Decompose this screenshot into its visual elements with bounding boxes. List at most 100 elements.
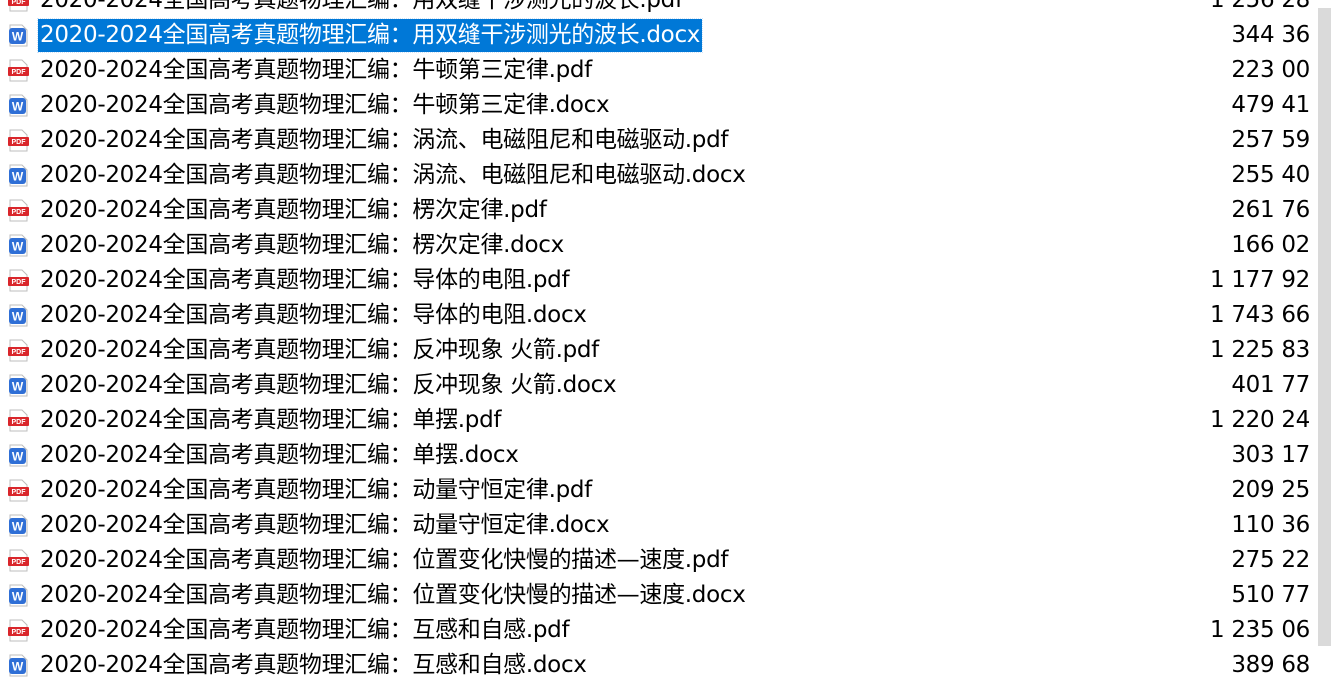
pdf-file-icon: PDF [7, 619, 30, 642]
file-size: 261 76 [1231, 197, 1310, 223]
pdf-file-icon: PDF [7, 339, 30, 362]
svg-text:W: W [12, 380, 24, 394]
file-row[interactable]: W 2020-2024全国高考真题物理汇编：动量守恒定律.docx 110 36 [0, 508, 1333, 543]
file-size: 1 235 06 [1209, 617, 1310, 643]
vertical-scrollbar[interactable] [1318, 0, 1333, 679]
file-size: 255 40 [1231, 162, 1310, 188]
file-row[interactable]: PDF 2020-2024全国高考真题物理汇编：涡流、电磁阻尼和电磁驱动.pdf 2… [0, 123, 1333, 158]
file-name[interactable]: 2020-2024全国高考真题物理汇编：导体的电阻.pdf [38, 264, 571, 297]
file-size: 166 02 [1231, 232, 1310, 258]
svg-text:W: W [12, 30, 24, 44]
svg-text:PDF: PDF [12, 279, 27, 286]
file-name[interactable]: 2020-2024全国高考真题物理汇编：用双缝干涉测光的波长.pdf [38, 0, 685, 17]
file-row[interactable]: PDF 2020-2024全国高考真题物理汇编：动量守恒定律.pdf 209 25 [0, 473, 1333, 508]
file-name[interactable]: 2020-2024全国高考真题物理汇编：反冲现象 火箭.docx [38, 369, 618, 402]
file-row[interactable]: PDF 2020-2024全国高考真题物理汇编：导体的电阻.pdf 1 177 92 [0, 263, 1333, 298]
word-file-icon: W [7, 234, 30, 257]
file-name[interactable]: 2020-2024全国高考真题物理汇编：动量守恒定律.docx [38, 509, 611, 542]
file-size: 1 177 92 [1209, 267, 1310, 293]
file-name[interactable]: 2020-2024全国高考真题物理汇编：楞次定律.pdf [38, 194, 549, 227]
file-size: 1 743 66 [1209, 302, 1310, 328]
svg-text:W: W [12, 590, 24, 604]
word-file-icon: W [7, 444, 30, 467]
word-file-icon: W [7, 374, 30, 397]
file-row[interactable]: W 2020-2024全国高考真题物理汇编：互感和自感.docx 389 68 [0, 648, 1333, 679]
svg-text:PDF: PDF [12, 629, 27, 636]
file-size: 510 77 [1231, 582, 1310, 608]
file-name[interactable]: 2020-2024全国高考真题物理汇编：涡流、电磁阻尼和电磁驱动.docx [38, 159, 748, 192]
file-size: 257 59 [1231, 127, 1310, 153]
file-name[interactable]: 2020-2024全国高考真题物理汇编：位置变化快慢的描述—速度.docx [38, 579, 748, 612]
file-size: 1 225 83 [1209, 337, 1310, 363]
file-row[interactable]: PDF 2020-2024全国高考真题物理汇编：单摆.pdf 1 220 24 [0, 403, 1333, 438]
file-name[interactable]: 2020-2024全国高考真题物理汇编：牛顿第三定律.pdf [38, 54, 594, 87]
word-file-icon: W [7, 304, 30, 327]
file-name[interactable]: 2020-2024全国高考真题物理汇编：牛顿第三定律.docx [38, 89, 611, 122]
svg-text:W: W [12, 310, 24, 324]
pdf-file-icon: PDF [7, 129, 30, 152]
file-row[interactable]: PDF 2020-2024全国高考真题物理汇编：牛顿第三定律.pdf 223 00 [0, 53, 1333, 88]
word-file-icon: W [7, 654, 30, 677]
file-size: 479 41 [1231, 92, 1310, 118]
svg-text:PDF: PDF [12, 489, 27, 496]
svg-text:W: W [12, 170, 24, 184]
file-size: 389 68 [1231, 652, 1310, 678]
file-row[interactable]: PDF 2020-2024全国高考真题物理汇编：互感和自感.pdf 1 235 06 [0, 613, 1333, 648]
svg-text:PDF: PDF [12, 349, 27, 356]
file-name[interactable]: 2020-2024全国高考真题物理汇编：动量守恒定律.pdf [38, 474, 594, 507]
file-row[interactable]: W 2020-2024全国高考真题物理汇编：导体的电阻.docx 1 743 66 [0, 298, 1333, 333]
pdf-file-icon: PDF [7, 59, 30, 82]
file-row[interactable]: W 2020-2024全国高考真题物理汇编：位置变化快慢的描述—速度.docx 51… [0, 578, 1333, 613]
file-name[interactable]: 2020-2024全国高考真题物理汇编：反冲现象 火箭.pdf [38, 334, 601, 367]
file-name[interactable]: 2020-2024全国高考真题物理汇编：互感和自感.pdf [38, 614, 571, 647]
file-name[interactable]: 2020-2024全国高考真题物理汇编：互感和自感.docx [38, 649, 589, 679]
file-row[interactable]: W 2020-2024全国高考真题物理汇编：涡流、电磁阻尼和电磁驱动.docx 25… [0, 158, 1333, 193]
file-name[interactable]: 2020-2024全国高考真题物理汇编：楞次定律.docx [38, 229, 566, 262]
svg-text:W: W [12, 660, 24, 674]
file-size: 1 256 28 [1209, 0, 1310, 13]
svg-text:W: W [12, 100, 24, 114]
file-row[interactable]: PDF 2020-2024全国高考真题物理汇编：位置变化快慢的描述—速度.pdf 2… [0, 543, 1333, 578]
file-row[interactable]: PDF 2020-2024全国高考真题物理汇编：用双缝干涉测光的波长.pdf 1 2… [0, 0, 1333, 18]
file-size: 110 36 [1231, 512, 1310, 538]
pdf-file-icon: PDF [7, 409, 30, 432]
svg-text:PDF: PDF [12, 0, 27, 6]
svg-text:PDF: PDF [12, 419, 27, 426]
file-row[interactable]: PDF 2020-2024全国高考真题物理汇编：楞次定律.pdf 261 76 [0, 193, 1333, 228]
file-size: 209 25 [1231, 477, 1310, 503]
file-row[interactable]: W 2020-2024全国高考真题物理汇编：牛顿第三定律.docx 479 41 [0, 88, 1333, 123]
file-size: 344 36 [1231, 22, 1310, 48]
svg-text:PDF: PDF [12, 209, 27, 216]
file-name[interactable]: 2020-2024全国高考真题物理汇编：位置变化快慢的描述—速度.pdf [38, 544, 730, 577]
word-file-icon: W [7, 94, 30, 117]
word-file-icon: W [7, 584, 30, 607]
pdf-file-icon: PDF [7, 479, 30, 502]
pdf-file-icon: PDF [7, 549, 30, 572]
file-size: 1 220 24 [1209, 407, 1310, 433]
file-name[interactable]: 2020-2024全国高考真题物理汇编：涡流、电磁阻尼和电磁驱动.pdf [38, 124, 730, 157]
svg-text:PDF: PDF [12, 139, 27, 146]
file-size: 401 77 [1231, 372, 1310, 398]
file-name[interactable]: 2020-2024全国高考真题物理汇编：导体的电阻.docx [38, 299, 589, 332]
file-row[interactable]: W 2020-2024全国高考真题物理汇编：单摆.docx 303 17 [0, 438, 1333, 473]
svg-text:W: W [12, 520, 24, 534]
svg-text:PDF: PDF [12, 69, 27, 76]
file-name[interactable]: 2020-2024全国高考真题物理汇编：单摆.pdf [38, 404, 503, 437]
file-row[interactable]: W 2020-2024全国高考真题物理汇编：楞次定律.docx 166 02 [0, 228, 1333, 263]
svg-text:W: W [12, 240, 24, 254]
file-row[interactable]: W 2020-2024全国高考真题物理汇编：用双缝干涉测光的波长.docx 344 … [0, 18, 1333, 53]
file-name[interactable]: 2020-2024全国高考真题物理汇编：单摆.docx [38, 439, 521, 472]
file-size: 303 17 [1231, 442, 1310, 468]
file-list: PDF 2020-2024全国高考真题物理汇编：用双缝干涉测光的波长.pdf 1 2… [0, 0, 1333, 679]
word-file-icon: W [7, 24, 30, 47]
file-row[interactable]: PDF 2020-2024全国高考真题物理汇编：反冲现象 火箭.pdf 1 225 … [0, 333, 1333, 368]
file-name[interactable]: 2020-2024全国高考真题物理汇编：用双缝干涉测光的波长.docx [36, 18, 704, 53]
scrollbar-thumb[interactable] [1318, 8, 1331, 646]
word-file-icon: W [7, 164, 30, 187]
file-row[interactable]: W 2020-2024全国高考真题物理汇编：反冲现象 火箭.docx 401 77 [0, 368, 1333, 403]
svg-text:PDF: PDF [12, 559, 27, 566]
file-size: 275 22 [1231, 547, 1310, 573]
pdf-file-icon: PDF [7, 269, 30, 292]
file-size: 223 00 [1231, 57, 1310, 83]
pdf-file-icon: PDF [7, 0, 30, 12]
